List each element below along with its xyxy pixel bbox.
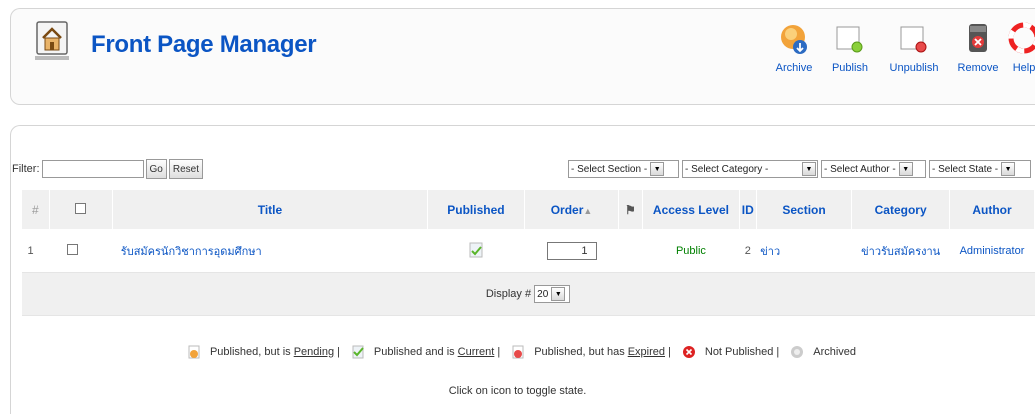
row-title: รับสมัครนักวิชาการอุดมศึกษา bbox=[112, 229, 428, 273]
remove-icon bbox=[969, 24, 987, 52]
publish-icon bbox=[836, 26, 863, 53]
current-icon bbox=[352, 345, 364, 359]
select-category[interactable]: - Select Category - ▼ bbox=[682, 160, 818, 178]
order-input[interactable]: 1 bbox=[546, 242, 597, 260]
col-save-order: ⚑ bbox=[617, 189, 644, 230]
home-icon bbox=[29, 20, 77, 64]
col-section[interactable]: Section bbox=[755, 189, 853, 230]
archive-button[interactable]: Archive bbox=[770, 22, 818, 74]
status-legend: Published, but is Pending | Published an… bbox=[0, 345, 1035, 359]
help-button[interactable]: Help bbox=[1008, 22, 1035, 74]
filter-input[interactable] bbox=[41, 160, 144, 178]
section-link[interactable]: ข่าว bbox=[760, 246, 780, 258]
row-checkbox[interactable] bbox=[67, 244, 79, 255]
publish-button[interactable]: Publish bbox=[826, 22, 874, 74]
col-order[interactable]: Order▲ bbox=[524, 189, 619, 230]
table-header-row: # Title Published Order▲ ⚑ Access Level … bbox=[21, 189, 1035, 230]
col-number: # bbox=[21, 189, 50, 230]
toolbar: Archive Publish Unpublish Remove Help bbox=[770, 22, 1035, 74]
row-author: Administrator bbox=[949, 229, 1035, 273]
reset-button[interactable]: Reset bbox=[168, 159, 203, 179]
chevron-down-icon: ▼ bbox=[802, 162, 816, 176]
row-category: ข่าวรับสมัครงาน bbox=[851, 229, 950, 273]
remove-button[interactable]: Remove bbox=[954, 22, 1002, 74]
author-link[interactable]: Administrator bbox=[960, 245, 1025, 257]
chevron-down-icon: ▼ bbox=[551, 287, 566, 301]
chevron-down-icon: ▼ bbox=[898, 162, 913, 176]
chevron-down-icon: ▼ bbox=[1001, 162, 1016, 176]
expired-icon bbox=[512, 345, 524, 359]
table-footer-row: Display # 20 ▼ bbox=[21, 272, 1035, 316]
save-order-icon[interactable]: ⚑ bbox=[625, 203, 636, 217]
row-id: 2 bbox=[739, 229, 757, 273]
row-checkbox-cell bbox=[49, 229, 113, 273]
archived-icon bbox=[791, 346, 804, 358]
col-author[interactable]: Author bbox=[949, 189, 1035, 230]
archive-icon bbox=[781, 25, 807, 54]
table-row: 1 รับสมัครนักวิชาการอุดมศึกษา 1 Public 2… bbox=[21, 229, 1035, 273]
row-number: 1 bbox=[21, 229, 50, 273]
row-order: 1 bbox=[524, 229, 619, 273]
filter-selects: - Select Section - ▼ - Select Category -… bbox=[568, 160, 1031, 178]
published-current-icon[interactable] bbox=[469, 242, 483, 258]
col-published[interactable]: Published bbox=[426, 189, 526, 230]
pending-link: Pending bbox=[293, 346, 335, 358]
select-section[interactable]: - Select Section - ▼ bbox=[568, 160, 679, 178]
col-access[interactable]: Access Level bbox=[642, 189, 740, 230]
articles-table: # Title Published Order▲ ⚑ Access Level … bbox=[21, 189, 1035, 316]
col-select-all bbox=[48, 189, 114, 230]
display-limit-select[interactable]: 20 ▼ bbox=[534, 285, 571, 303]
filter-bar: Filter: Go Reset bbox=[12, 159, 203, 179]
col-category[interactable]: Category bbox=[851, 189, 950, 230]
pending-icon bbox=[188, 345, 200, 359]
expired-link: Expired bbox=[627, 346, 666, 358]
row-access[interactable]: Public bbox=[642, 229, 740, 273]
current-link: Current bbox=[457, 346, 495, 358]
chevron-down-icon: ▼ bbox=[650, 162, 665, 176]
sort-asc-icon: ▲ bbox=[583, 205, 593, 216]
not-published-icon bbox=[682, 346, 695, 358]
row-published bbox=[427, 229, 525, 273]
select-state[interactable]: - Select State - ▼ bbox=[929, 160, 1031, 178]
row-section: ข่าว bbox=[756, 229, 852, 273]
col-id[interactable]: ID bbox=[738, 189, 757, 230]
select-all-checkbox[interactable] bbox=[75, 202, 87, 214]
page-header: Front Page Manager Archive Publish Unpub… bbox=[10, 8, 1035, 105]
unpublish-icon bbox=[900, 26, 927, 53]
page-title: Front Page Manager bbox=[91, 31, 317, 58]
category-link[interactable]: ข่าวรับสมัครงาน bbox=[861, 246, 940, 258]
col-title[interactable]: Title bbox=[112, 189, 428, 230]
toggle-note: Click on icon to toggle state. bbox=[448, 385, 587, 397]
article-title-link[interactable]: รับสมัครนักวิชาการอุดมศึกษา bbox=[121, 246, 262, 258]
go-button[interactable]: Go bbox=[145, 159, 167, 179]
select-author[interactable]: - Select Author - ▼ bbox=[821, 160, 926, 178]
unpublish-button[interactable]: Unpublish bbox=[884, 22, 944, 74]
pagination-cell: Display # 20 ▼ bbox=[21, 272, 1035, 316]
display-label: Display # bbox=[485, 287, 532, 300]
row-save-order bbox=[618, 229, 643, 273]
help-icon bbox=[1008, 22, 1035, 54]
filter-label: Filter: bbox=[12, 163, 40, 175]
